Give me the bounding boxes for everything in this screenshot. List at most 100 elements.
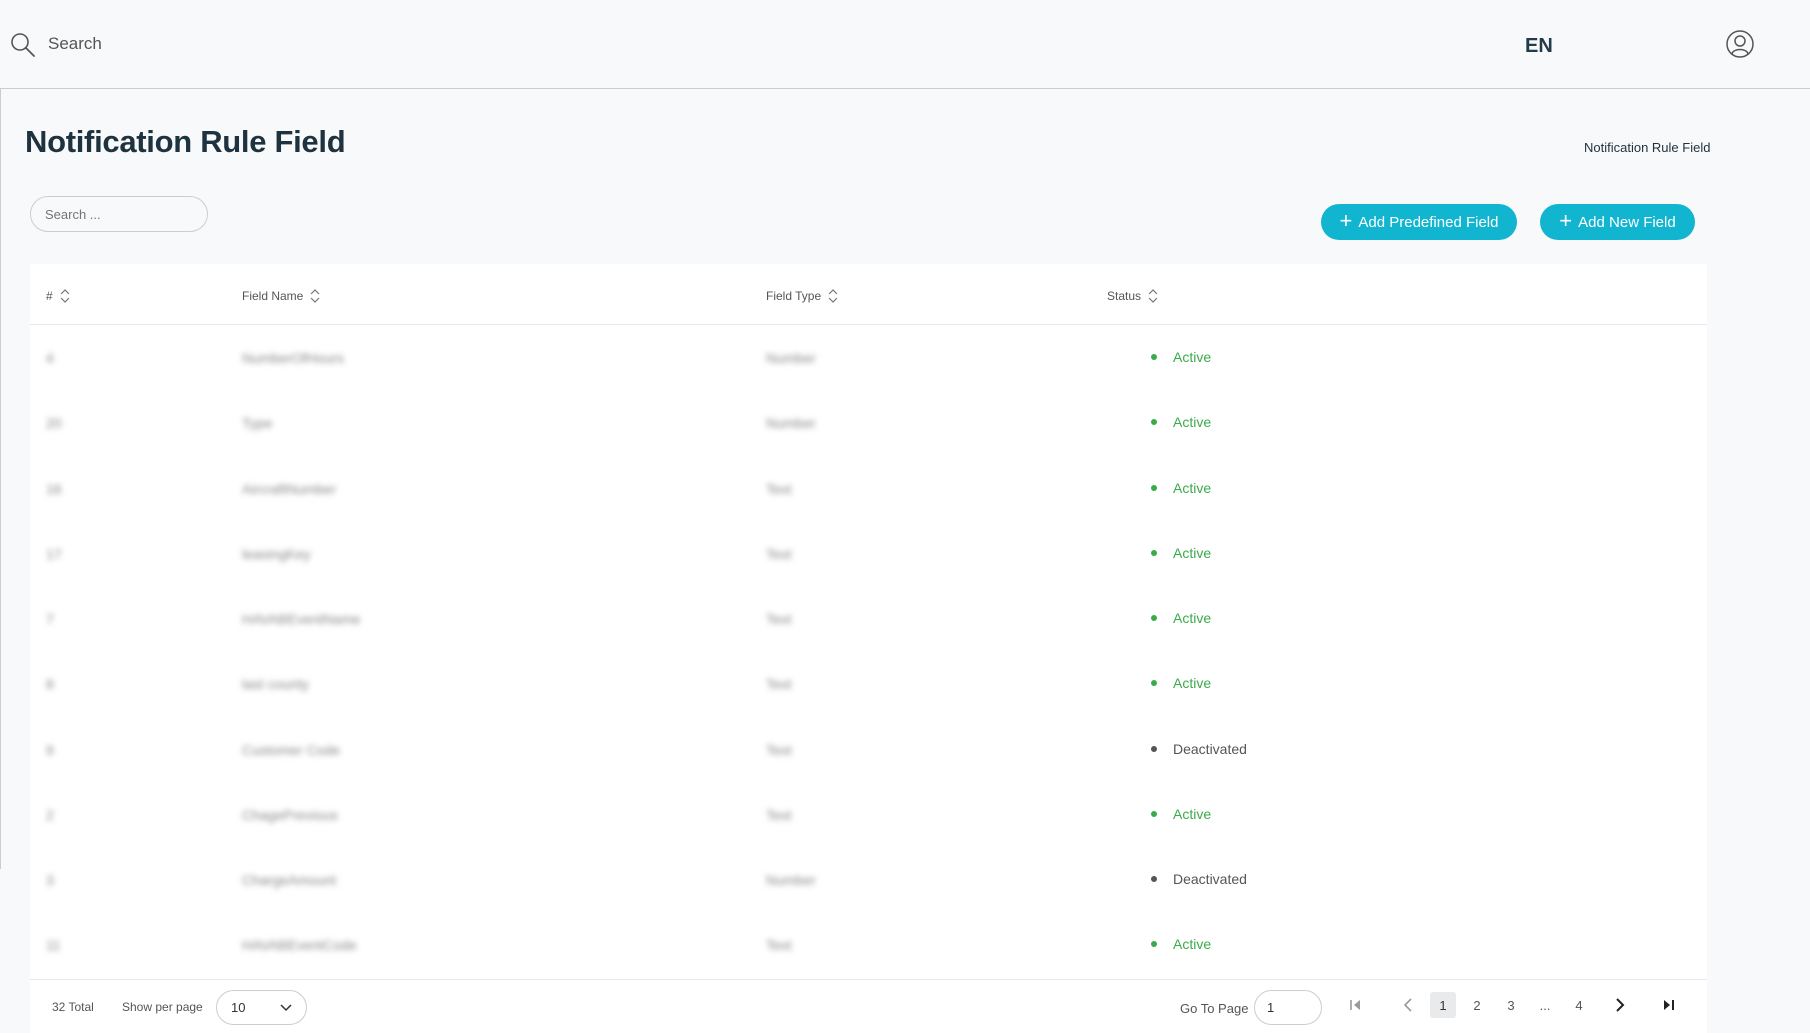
row-field-type: Text bbox=[766, 742, 792, 758]
status-text: Active bbox=[1173, 806, 1212, 822]
table-row[interactable]: 11 HAVABEventCode Text Active bbox=[30, 913, 1707, 978]
add-new-field-button[interactable]: + Add New Field bbox=[1540, 204, 1695, 240]
sort-icon[interactable] bbox=[827, 286, 839, 306]
status-badge: Active bbox=[1151, 936, 1211, 952]
column-header-label: Field Type bbox=[766, 289, 822, 303]
breadcrumb[interactable]: Notification Rule Field bbox=[1584, 140, 1710, 155]
status-badge: Active bbox=[1151, 806, 1211, 822]
row-id: 17 bbox=[46, 546, 62, 562]
row-field-type: Text bbox=[766, 481, 792, 497]
row-field-type: Text bbox=[766, 807, 792, 823]
table-row[interactable]: 20 Type Number Active bbox=[30, 391, 1707, 456]
status-dot-icon bbox=[1151, 550, 1157, 556]
page-button[interactable]: 3 bbox=[1498, 992, 1524, 1018]
sort-icon[interactable] bbox=[1147, 286, 1159, 306]
row-field-name: HAVABEventName bbox=[242, 611, 361, 627]
status-badge: Active bbox=[1151, 480, 1211, 496]
status-badge: Active bbox=[1151, 545, 1211, 561]
status-dot-icon bbox=[1151, 485, 1157, 491]
user-avatar-icon[interactable] bbox=[1725, 29, 1755, 59]
column-header-status[interactable]: Status bbox=[1107, 286, 1159, 306]
row-id: 9 bbox=[46, 742, 54, 758]
chevron-down-icon bbox=[280, 1003, 292, 1011]
page-ellipsis: ... bbox=[1539, 997, 1551, 1013]
status-badge: Deactivated bbox=[1151, 741, 1247, 757]
add-predefined-field-button[interactable]: + Add Predefined Field bbox=[1321, 204, 1517, 240]
status-text: Active bbox=[1173, 936, 1212, 952]
row-field-name: Type bbox=[242, 415, 273, 431]
go-to-page-input[interactable] bbox=[1254, 990, 1322, 1025]
row-id: 7 bbox=[46, 611, 54, 627]
per-page-value: 10 bbox=[231, 1000, 246, 1015]
row-field-type: Number bbox=[766, 415, 816, 431]
per-page-select[interactable]: 10 bbox=[216, 990, 307, 1025]
show-per-page-label: Show per page bbox=[122, 1000, 203, 1014]
first-page-icon[interactable] bbox=[1346, 992, 1366, 1018]
row-field-type: Number bbox=[766, 872, 816, 888]
top-bar: Search EN bbox=[0, 0, 1810, 89]
status-dot-icon bbox=[1151, 876, 1157, 882]
row-id: 8 bbox=[46, 676, 54, 692]
page-button[interactable]: 1 bbox=[1430, 992, 1456, 1018]
status-badge: Active bbox=[1151, 610, 1211, 626]
global-search-input[interactable]: Search bbox=[48, 34, 102, 54]
status-text: Active bbox=[1173, 480, 1212, 496]
table-row[interactable]: 3 ChargeAmount Number Deactivated bbox=[30, 848, 1707, 913]
go-to-page-label: Go To Page bbox=[1180, 1001, 1249, 1016]
column-header-label: Field Name bbox=[242, 289, 304, 303]
status-dot-icon bbox=[1151, 419, 1157, 425]
row-id: 4 bbox=[46, 350, 54, 366]
status-badge: Active bbox=[1151, 675, 1211, 691]
table-search-input[interactable] bbox=[30, 196, 208, 232]
row-field-name: ChagePrevious bbox=[242, 807, 338, 823]
status-text: Deactivated bbox=[1173, 741, 1247, 757]
table-row[interactable]: 4 NumberOfHours Number Active bbox=[30, 326, 1707, 391]
sort-icon[interactable] bbox=[59, 286, 71, 306]
table-row[interactable]: 16 AircraftNumber Text Active bbox=[30, 457, 1707, 522]
status-dot-icon bbox=[1151, 811, 1157, 817]
row-field-name: Customer Code bbox=[242, 742, 341, 758]
page-button[interactable]: 4 bbox=[1566, 992, 1592, 1018]
status-badge: Deactivated bbox=[1151, 871, 1247, 887]
status-dot-icon bbox=[1151, 354, 1157, 360]
status-badge: Active bbox=[1151, 414, 1211, 430]
status-text: Active bbox=[1173, 675, 1212, 691]
status-text: Active bbox=[1173, 545, 1212, 561]
table-row[interactable]: 17 leasingKey Text Active bbox=[30, 522, 1707, 587]
next-page-icon[interactable] bbox=[1610, 992, 1630, 1018]
previous-page-icon[interactable] bbox=[1398, 992, 1418, 1018]
plus-icon: + bbox=[1339, 208, 1353, 233]
row-field-name: last county bbox=[242, 676, 309, 692]
status-text: Active bbox=[1173, 414, 1212, 430]
status-text: Active bbox=[1173, 610, 1212, 626]
status-dot-icon bbox=[1151, 941, 1157, 947]
search-icon[interactable] bbox=[10, 32, 36, 58]
row-field-type: Text bbox=[766, 611, 792, 627]
column-header-id[interactable]: # bbox=[46, 286, 71, 306]
row-field-name: ChargeAmount bbox=[242, 872, 337, 888]
row-field-name: AircraftNumber bbox=[242, 481, 337, 497]
status-text: Active bbox=[1173, 349, 1212, 365]
page-button[interactable]: 2 bbox=[1464, 992, 1490, 1018]
add-new-field-label: Add New Field bbox=[1578, 213, 1676, 231]
fields-table: # Field Name Field Type Status 4 NumberOf… bbox=[30, 264, 1707, 1033]
row-field-name: leasingKey bbox=[242, 546, 311, 562]
table-row[interactable]: 7 HAVABEventName Text Active bbox=[30, 587, 1707, 652]
row-field-type: Text bbox=[766, 546, 792, 562]
sort-icon[interactable] bbox=[309, 286, 321, 306]
column-header-label: Status bbox=[1107, 289, 1142, 303]
status-text: Deactivated bbox=[1173, 871, 1247, 887]
column-header-field-name[interactable]: Field Name bbox=[242, 286, 321, 306]
page-title: Notification Rule Field bbox=[25, 124, 346, 159]
table-row[interactable]: 9 Customer Code Text Deactivated bbox=[30, 718, 1707, 783]
add-predefined-field-label: Add Predefined Field bbox=[1358, 213, 1499, 231]
row-id: 20 bbox=[46, 415, 62, 431]
table-row[interactable]: 8 last county Text Active bbox=[30, 652, 1707, 717]
column-header-field-type[interactable]: Field Type bbox=[766, 286, 839, 306]
language-switcher[interactable]: EN bbox=[1525, 35, 1553, 58]
row-id: 3 bbox=[46, 872, 54, 888]
last-page-icon[interactable] bbox=[1658, 992, 1678, 1018]
row-field-name: HAVABEventCode bbox=[242, 937, 357, 953]
row-field-name: NumberOfHours bbox=[242, 350, 344, 366]
table-row[interactable]: 2 ChagePrevious Text Active bbox=[30, 783, 1707, 848]
